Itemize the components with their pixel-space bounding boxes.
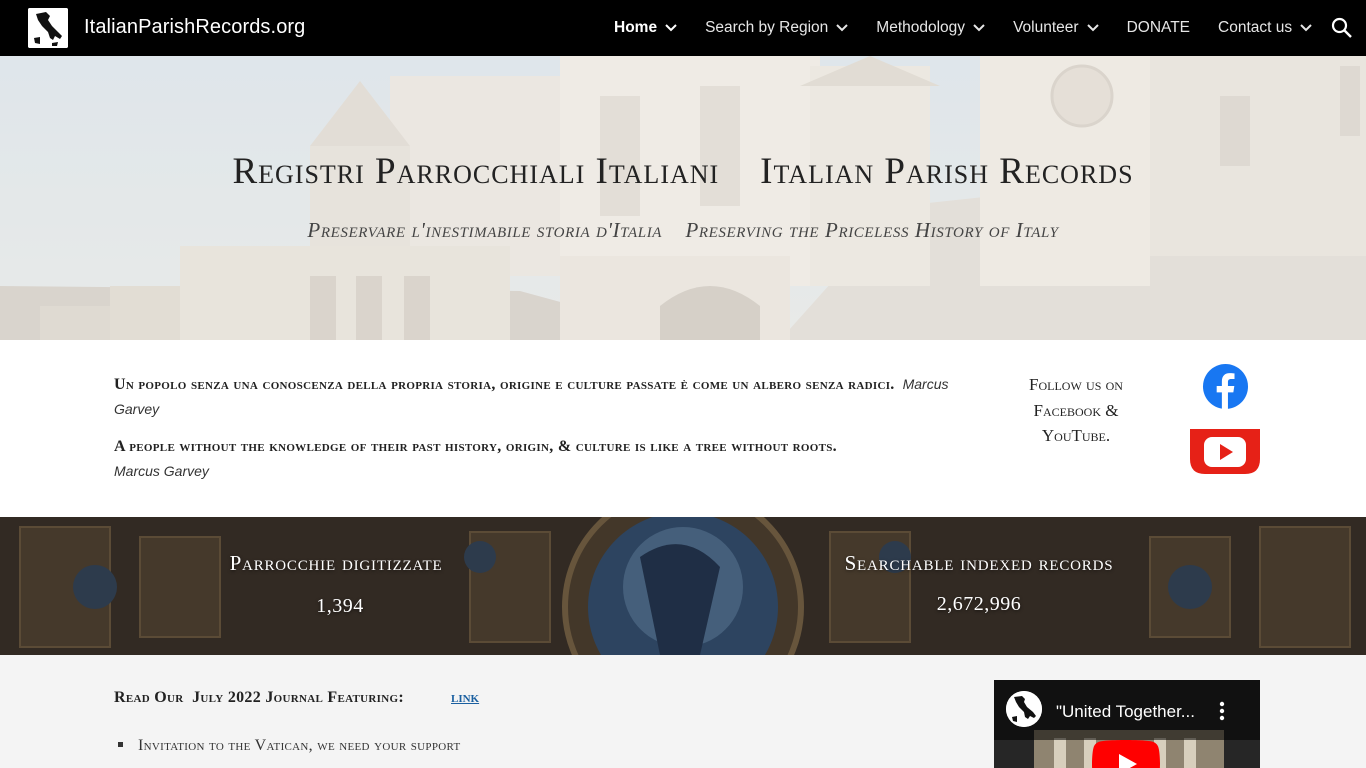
follow-us-text: Follow us on Facebook & YouTube.	[1029, 375, 1123, 445]
quote-author: Marcus Garvey	[114, 463, 209, 479]
stat-label-records: Searchable indexed records	[844, 551, 1114, 575]
site-logo[interactable]	[28, 8, 68, 48]
bullet-icon	[118, 741, 123, 747]
nav-item-label: Search by Region	[705, 19, 829, 36]
chevron-down-icon[interactable]	[836, 24, 849, 32]
chevron-down-icon[interactable]	[665, 24, 677, 32]
chevron-down-icon[interactable]	[973, 24, 985, 32]
stat-label-parishes: Parrocchie digitizzate	[229, 551, 443, 575]
quote-italian: Un popolo senza una conoscenza della pro…	[114, 372, 974, 422]
nav-item-home[interactable]: Home	[614, 19, 677, 37]
quote-text: A people without the knowledge of their …	[114, 438, 837, 455]
nav-item-label: Contact us	[1218, 19, 1293, 36]
nav-item-methodology[interactable]: Methodology	[876, 19, 985, 37]
search-icon[interactable]	[1330, 16, 1354, 40]
hero-title: Registri Parrocchiali Italiani Italian P…	[232, 151, 1134, 192]
italy-map-icon	[28, 8, 68, 48]
top-navigation-bar: ItalianParishRecords.org Home Search by …	[0, 0, 1366, 56]
nav-item-label: Methodology	[876, 19, 966, 36]
nav-item-label: DONATE	[1126, 19, 1191, 36]
quote-section: Un popolo senza una conoscenza della pro…	[0, 340, 1366, 517]
stats-band: Parrocchie digitizzate 1,394 Searchable …	[0, 517, 1366, 655]
hero-subtitle: Preservare l'inestimabile storia d'Itali…	[307, 218, 1059, 242]
journal-heading: Read Our July 2022 Journal Featuring:	[114, 689, 404, 706]
chevron-down-icon[interactable]	[1300, 24, 1312, 32]
quote-english: A people without the knowledge of their …	[114, 435, 974, 484]
nav-item-search-by-region[interactable]: Search by Region	[705, 19, 849, 37]
facebook-icon[interactable]	[1202, 363, 1249, 410]
nav-item-donate[interactable]: DONATE	[1127, 19, 1190, 37]
nav-item-label: Volunteer	[1013, 19, 1079, 36]
chevron-down-icon[interactable]	[1086, 24, 1099, 32]
list-item-text: Invitation to the Vatican, we need your …	[138, 737, 461, 754]
hero-overlay	[0, 56, 1366, 340]
youtube-play-icon[interactable]	[1092, 740, 1160, 768]
main-nav: Home Search by Region Methodology Volunt…	[614, 0, 1340, 56]
journal-link[interactable]: link	[451, 689, 479, 707]
site-title[interactable]: ItalianParishRecords.org	[84, 16, 305, 39]
nav-item-volunteer[interactable]: Volunteer	[1013, 19, 1099, 37]
nav-item-label: Home	[614, 19, 658, 36]
nav-item-contact-us[interactable]: Contact us	[1218, 19, 1312, 37]
list-item: Invitation to the Vatican, we need your …	[118, 737, 461, 755]
youtube-icon[interactable]	[1190, 429, 1260, 474]
channel-avatar[interactable]	[1006, 691, 1042, 727]
video-title[interactable]: "United Together...	[1056, 702, 1195, 722]
stat-value-parishes: 1,394	[316, 595, 364, 617]
hero-banner: Registri Parrocchiali Italiani Italian P…	[0, 56, 1366, 340]
youtube-video-embed[interactable]: "United Together...	[994, 680, 1260, 768]
video-menu-icon[interactable]	[1216, 700, 1228, 722]
italy-map-icon	[1006, 691, 1042, 727]
ceiling-fresco-background	[0, 517, 1366, 655]
stat-value-records: 2,672,996	[936, 593, 1022, 615]
quote-text: Un popolo senza una conoscenza della pro…	[114, 376, 895, 393]
